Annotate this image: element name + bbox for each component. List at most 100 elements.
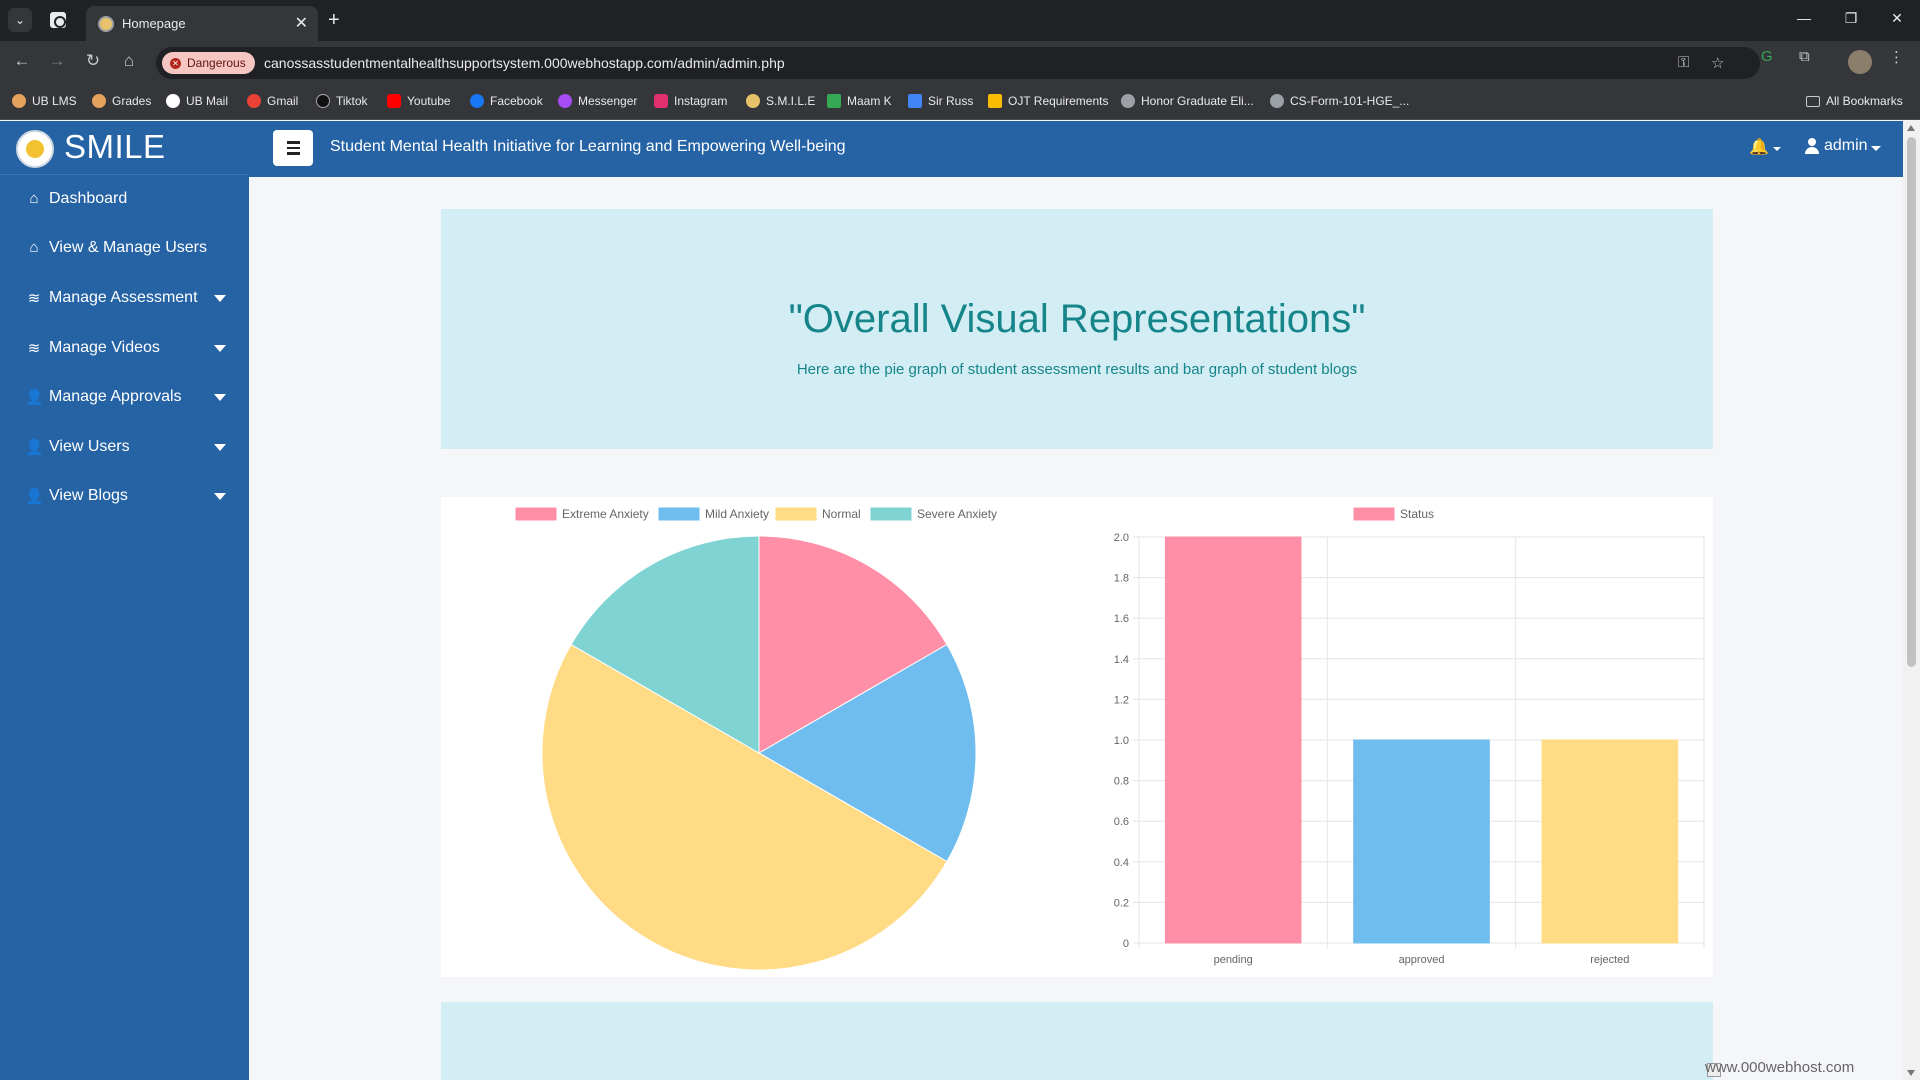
security-label: Dangerous: [187, 56, 246, 70]
system-title: Student Mental Health Initiative for Lea…: [330, 138, 846, 155]
legend-label: Extreme Anxiety: [562, 507, 649, 521]
bookmark-star-icon[interactable]: ☆: [1711, 54, 1724, 72]
bookmark-item[interactable]: UB Mail: [166, 94, 228, 108]
notification-bell-icon[interactable]: 🔔: [1749, 137, 1769, 157]
brand[interactable]: SMILE: [0, 121, 249, 175]
page-scrollbar[interactable]: [1903, 121, 1920, 1080]
sidebar-item-label: View Users: [49, 438, 130, 455]
page-title: "Overall Visual Representations": [788, 297, 1366, 341]
home-icon[interactable]: ⌂: [118, 51, 140, 71]
bookmark-item[interactable]: CS-Form-101-HGE_...: [1270, 94, 1409, 108]
webhost-badge[interactable]: www.000webhost.com: [1705, 1059, 1854, 1076]
bookmark-item[interactable]: Facebook: [470, 94, 543, 108]
main-content: "Overall Visual Representations" Here ar…: [249, 177, 1903, 1080]
security-chip[interactable]: ✕ Dangerous: [162, 52, 255, 74]
bookmark-item[interactable]: S.M.I.L.E: [746, 94, 815, 108]
smile-logo: [16, 130, 54, 168]
y-tick-label: 0: [1123, 938, 1129, 950]
hero-banner: "Overall Visual Representations" Here ar…: [441, 209, 1713, 449]
bookmark-item[interactable]: Gmail: [247, 94, 298, 108]
sidebar-item-label: Manage Videos: [49, 339, 160, 356]
bookmark-icon: [746, 94, 760, 108]
bookmark-item[interactable]: Instagram: [654, 94, 727, 108]
password-key-icon[interactable]: ⚿: [1678, 54, 1689, 71]
tab-close-icon[interactable]: ✕: [295, 13, 308, 33]
home-icon: ⌂: [29, 190, 39, 207]
sidebar-item-label: View & Manage Users: [49, 239, 207, 256]
bookmark-item[interactable]: OJT Requirements: [988, 94, 1108, 108]
legend-swatch: [515, 507, 557, 521]
forward-icon[interactable]: →: [46, 51, 68, 71]
profile-avatar[interactable]: [1848, 50, 1872, 74]
reload-icon[interactable]: ↻: [82, 51, 104, 71]
extensions-icon[interactable]: ⧉: [1799, 48, 1810, 65]
bookmark-item[interactable]: Tiktok: [316, 94, 368, 108]
y-tick-label: 0.4: [1114, 857, 1129, 869]
app-icon[interactable]: [50, 12, 66, 28]
charts-card: Extreme Anxiety Mild Anxiety Normal Severe …: [441, 497, 1713, 977]
caret-down-icon: [214, 295, 226, 302]
address-bar[interactable]: ✕ Dangerous canossasstudentmentalhealths…: [156, 47, 1760, 79]
sidebar-item-dashboard[interactable]: ⌂ Dashboard: [0, 178, 249, 222]
bookmark-item[interactable]: Grades: [92, 94, 151, 108]
sidebar: SMILE ⌂ Dashboard ⌂ View & Manage Users …: [0, 121, 249, 1080]
caret-down-icon: [214, 345, 226, 352]
sidebar-item-manage-videos[interactable]: ≋ Manage Videos: [0, 327, 249, 371]
caret-down-icon: [214, 394, 226, 401]
bookmark-item[interactable]: Honor Graduate Eli...: [1121, 94, 1254, 108]
bookmark-item[interactable]: Messenger: [558, 94, 637, 108]
pie-chart: Extreme Anxiety Mild Anxiety Normal Severe …: [515, 507, 997, 971]
scroll-down-icon[interactable]: [1907, 1070, 1915, 1076]
bookmark-icon: [654, 94, 668, 108]
bookmark-icon: [166, 94, 180, 108]
bookmark-icon: [92, 94, 106, 108]
bookmark-icon: [12, 94, 26, 108]
back-icon[interactable]: ←: [11, 51, 33, 71]
bookmark-item[interactable]: UB LMS: [12, 94, 77, 108]
caret-down-icon[interactable]: [1773, 147, 1781, 151]
sidebar-item-manage-approvals[interactable]: 👤 Manage Approvals: [0, 376, 249, 420]
user-icon[interactable]: [1805, 138, 1819, 154]
second-banner: [441, 1002, 1713, 1080]
scroll-thumb[interactable]: [1907, 137, 1916, 667]
scroll-up-icon[interactable]: [1907, 125, 1915, 131]
tab-title: Homepage: [122, 16, 186, 31]
url-text[interactable]: canossasstudentmentalhealthsupportsystem…: [264, 55, 785, 71]
sidebar-item-view-blogs[interactable]: 👤 View Blogs: [0, 475, 249, 519]
close-window-icon[interactable]: ✕: [1887, 10, 1907, 27]
page-subtitle: Here are the pie graph of student assess…: [796, 361, 1358, 378]
x-tick-label: rejected: [1590, 954, 1629, 966]
minimize-icon[interactable]: —: [1794, 10, 1814, 26]
tab-search-chevron-icon[interactable]: ⌄: [8, 8, 32, 32]
bar: [1164, 536, 1302, 944]
bookmark-item[interactable]: Youtube: [387, 94, 451, 108]
hamburger-line: [286, 152, 300, 155]
bookmark-item[interactable]: Sir Russ: [908, 94, 973, 108]
caret-down-icon[interactable]: [1871, 146, 1881, 151]
legend-swatch: [1353, 507, 1395, 521]
legend-swatch: [870, 507, 912, 521]
caret-down-icon: [214, 493, 226, 500]
bar: [1353, 739, 1490, 944]
x-tick-label: pending: [1214, 954, 1253, 966]
bookmark-icon: [316, 94, 330, 108]
user-cog-icon: 👤: [25, 488, 44, 505]
bookmark-icon: [387, 94, 401, 108]
hamburger-menu-button[interactable]: [273, 130, 313, 166]
grammarly-icon[interactable]: G: [1761, 48, 1773, 65]
user-menu-label[interactable]: admin: [1824, 137, 1868, 155]
sidebar-item-manage-assessment[interactable]: ≋ Manage Assessment: [0, 277, 249, 321]
browser-tab-active[interactable]: Homepage ✕: [86, 6, 318, 41]
sidebar-item-label: View Blogs: [49, 487, 128, 504]
menu-kebab-icon[interactable]: ⋮: [1889, 48, 1904, 66]
sidebar-item-view-users[interactable]: 👤 View Users: [0, 426, 249, 470]
home-icon: ⌂: [29, 239, 39, 256]
bookmark-icon: [247, 94, 261, 108]
bookmark-icon: [1270, 94, 1284, 108]
all-bookmarks[interactable]: All Bookmarks: [1806, 94, 1903, 108]
sidebar-item-view-manage-users[interactable]: ⌂ View & Manage Users: [0, 227, 249, 271]
top-navbar: Student Mental Health Initiative for Lea…: [249, 121, 1903, 177]
new-tab-icon[interactable]: +: [328, 9, 340, 32]
bookmark-item[interactable]: Maam K: [827, 94, 892, 108]
restore-icon[interactable]: ❐: [1841, 10, 1861, 27]
